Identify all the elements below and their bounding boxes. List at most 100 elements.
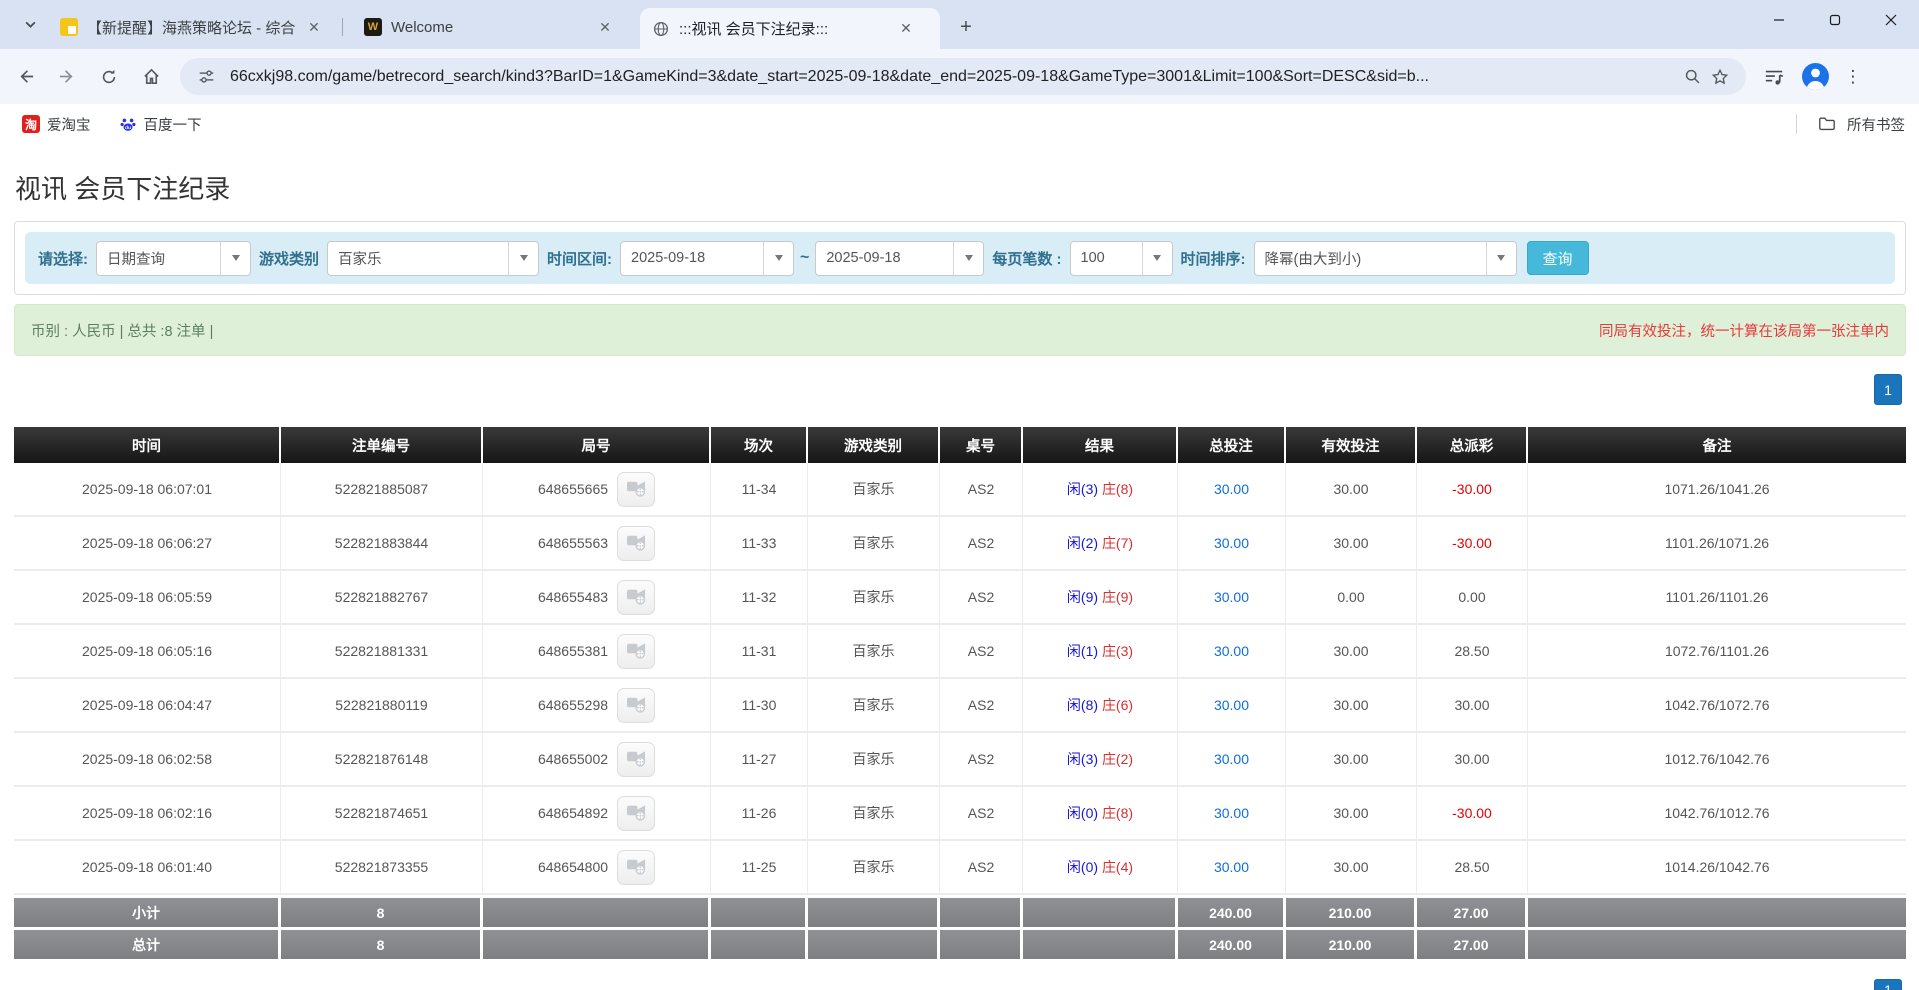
total-bet-link[interactable]: 30.00 bbox=[1214, 535, 1249, 551]
tab-search-chevron-icon[interactable] bbox=[16, 10, 44, 38]
footer-payout: 27.00 bbox=[1417, 895, 1528, 927]
tab-close-icon[interactable]: ✕ bbox=[897, 20, 915, 38]
cell-table-no: AS2 bbox=[940, 679, 1023, 733]
footer-valid-bet: 210.00 bbox=[1286, 927, 1417, 959]
home-icon[interactable] bbox=[134, 60, 168, 94]
address-bar[interactable]: 66cxkj98.com/game/betrecord_search/kind3… bbox=[180, 58, 1746, 95]
url-text[interactable]: 66cxkj98.com/game/betrecord_search/kind3… bbox=[230, 68, 1678, 86]
cell-session: 11-27 bbox=[711, 733, 808, 787]
sort-value: 降幂(由大到小) bbox=[1255, 248, 1486, 269]
result-banker: 庄(3) bbox=[1102, 643, 1133, 659]
chevron-down-icon[interactable] bbox=[763, 242, 793, 275]
media-controls-icon[interactable] bbox=[1760, 63, 1788, 91]
video-camera-icon bbox=[626, 640, 647, 662]
table-row: 2025-09-18 06:02:16 522821874651 6486548… bbox=[14, 787, 1906, 841]
all-bookmarks[interactable]: 所有书签 bbox=[1796, 110, 1905, 138]
cell-payout: 0.00 bbox=[1417, 571, 1528, 625]
page-title: 视讯 会员下注纪录 bbox=[15, 169, 1906, 206]
chevron-down-icon[interactable] bbox=[1142, 242, 1172, 275]
cell-bet-id: 522821873355 bbox=[281, 841, 483, 895]
result-banker: 庄(8) bbox=[1102, 805, 1133, 821]
round-id: 648654892 bbox=[538, 805, 608, 821]
cell-round-id: 648655563 bbox=[483, 517, 711, 571]
video-camera-icon bbox=[626, 478, 647, 500]
tab-forum[interactable]: 【新提醒】海燕策略论坛 - 综合 ✕ bbox=[48, 8, 338, 46]
video-replay-button[interactable] bbox=[617, 742, 655, 777]
browser-toolbar: 66cxkj98.com/game/betrecord_search/kind3… bbox=[0, 49, 1919, 104]
tab-close-icon[interactable]: ✕ bbox=[305, 18, 323, 36]
table-row: 2025-09-18 06:04:47 522821880119 6486552… bbox=[14, 679, 1906, 733]
game-type-select[interactable]: 百家乐 bbox=[327, 241, 539, 276]
table-row: 2025-09-18 06:02:58 522821876148 6486550… bbox=[14, 733, 1906, 787]
forward-icon[interactable] bbox=[50, 60, 84, 94]
cell-game-type: 百家乐 bbox=[808, 517, 940, 571]
menu-kebab-icon[interactable]: ⋮ bbox=[1839, 63, 1867, 91]
query-type-select[interactable]: 日期查询 bbox=[96, 241, 251, 276]
page-1-button[interactable]: 1 bbox=[1874, 374, 1902, 405]
bookmark-taobao[interactable]: 淘 爱淘宝 bbox=[16, 111, 97, 138]
bookmarks-divider bbox=[1796, 114, 1797, 134]
chevron-down-icon[interactable] bbox=[220, 242, 250, 275]
zoom-icon[interactable] bbox=[1678, 63, 1706, 91]
video-camera-icon bbox=[626, 802, 647, 824]
new-tab-button[interactable]: + bbox=[952, 13, 980, 41]
cell-time: 2025-09-18 06:05:16 bbox=[14, 625, 281, 679]
total-bet-link[interactable]: 30.00 bbox=[1214, 643, 1249, 659]
sort-select[interactable]: 降幂(由大到小) bbox=[1254, 241, 1517, 276]
bookmark-star-icon[interactable] bbox=[1706, 63, 1734, 91]
column-header: 场次 bbox=[711, 427, 808, 463]
round-id: 648655002 bbox=[538, 751, 608, 767]
tab-bet-record-active[interactable]: :::视讯 会员下注纪录::: ✕ bbox=[640, 8, 940, 49]
page-size-select[interactable]: 100 bbox=[1070, 241, 1173, 276]
close-window-button[interactable] bbox=[1863, 0, 1919, 40]
total-bet-link[interactable]: 30.00 bbox=[1214, 859, 1249, 875]
round-id: 648655381 bbox=[538, 643, 608, 659]
bookmark-label: 爱淘宝 bbox=[47, 114, 91, 135]
total-bet-link[interactable]: 30.00 bbox=[1214, 697, 1249, 713]
reload-icon[interactable] bbox=[92, 60, 126, 94]
bookmark-label: 百度一下 bbox=[144, 114, 202, 135]
site-settings-icon[interactable] bbox=[192, 63, 220, 91]
video-replay-button[interactable] bbox=[617, 580, 655, 615]
result-player: 闲(8) bbox=[1067, 697, 1098, 713]
total-bet-link[interactable]: 30.00 bbox=[1214, 481, 1249, 497]
video-replay-button[interactable] bbox=[617, 472, 655, 507]
chevron-down-icon[interactable] bbox=[953, 242, 983, 275]
column-header: 总派彩 bbox=[1417, 427, 1528, 463]
footer-label: 总计 bbox=[14, 927, 281, 959]
cell-session: 11-25 bbox=[711, 841, 808, 895]
cell-remark: 1042.76/1012.76 bbox=[1528, 787, 1906, 841]
cell-session: 11-34 bbox=[711, 463, 808, 517]
round-id: 648655563 bbox=[538, 535, 608, 551]
profile-avatar[interactable] bbox=[1802, 63, 1829, 90]
video-replay-button[interactable] bbox=[617, 796, 655, 831]
chevron-down-icon[interactable] bbox=[1486, 242, 1516, 275]
cell-round-id: 648654800 bbox=[483, 841, 711, 895]
chevron-down-icon[interactable] bbox=[508, 242, 538, 275]
tab-close-icon[interactable]: ✕ bbox=[596, 18, 614, 36]
cell-game-type: 百家乐 bbox=[808, 463, 940, 517]
total-bet-link[interactable]: 30.00 bbox=[1214, 589, 1249, 605]
pagination-bottom-button[interactable]: 1 bbox=[1874, 979, 1902, 990]
maximize-button[interactable] bbox=[1807, 0, 1863, 40]
total-bet-link[interactable]: 30.00 bbox=[1214, 805, 1249, 821]
date-end-input[interactable]: 2025-09-18 bbox=[815, 241, 984, 276]
video-replay-button[interactable] bbox=[617, 526, 655, 561]
cell-payout: -30.00 bbox=[1417, 463, 1528, 517]
total-bet-link[interactable]: 30.00 bbox=[1214, 751, 1249, 767]
payout-value: 28.50 bbox=[1454, 859, 1489, 875]
cell-bet-id: 522821874651 bbox=[281, 787, 483, 841]
minimize-button[interactable] bbox=[1751, 0, 1807, 40]
cell-result: 闲(3) 庄(2) bbox=[1023, 733, 1178, 787]
tab-welcome[interactable]: W Welcome ✕ bbox=[352, 8, 624, 46]
video-replay-button[interactable] bbox=[617, 850, 655, 885]
video-replay-button[interactable] bbox=[617, 688, 655, 723]
bookmark-baidu[interactable]: du 百度一下 bbox=[113, 111, 208, 138]
search-button[interactable]: 查询 bbox=[1527, 241, 1589, 275]
date-start-input[interactable]: 2025-09-18 bbox=[620, 241, 794, 276]
cell-result: 闲(0) 庄(4) bbox=[1023, 841, 1178, 895]
back-icon[interactable] bbox=[8, 60, 42, 94]
video-replay-button[interactable] bbox=[617, 634, 655, 669]
cell-session: 11-31 bbox=[711, 625, 808, 679]
column-header: 有效投注 bbox=[1286, 427, 1417, 463]
